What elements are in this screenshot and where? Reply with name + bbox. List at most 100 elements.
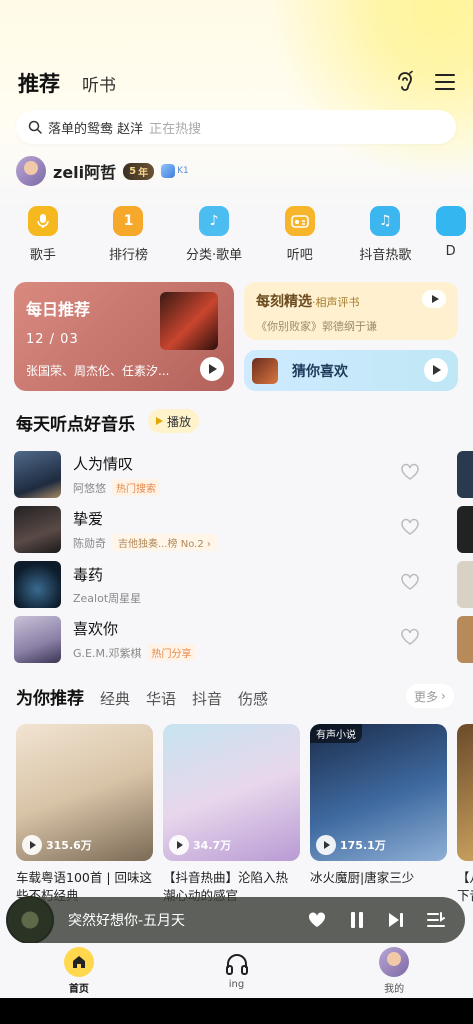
category-label: 抖音热歌 [359,248,412,263]
heart-icon[interactable] [400,573,420,591]
search-bar[interactable]: 落单的鸳鸯 赵洋 正在热搜 [16,110,456,144]
song-name: 喜欢你 [73,620,119,638]
tab-audiobook[interactable]: 听书 [82,71,116,98]
partial-icon [435,206,466,236]
next-column-cover [457,506,473,553]
audiobook-badge: 有声小说 [310,724,362,743]
level-gem-icon [161,164,176,178]
list-item[interactable]: 人为情叹 阿悠悠 热门搜索 [14,447,444,502]
play-count-text: 34.7万 [193,839,232,852]
list-item[interactable]: 喜欢你 G.E.M.邓紫棋 热门分享 [14,612,444,667]
heart-icon[interactable] [400,518,420,536]
section-play-button[interactable]: 播放 [148,409,200,433]
daily-play-button[interactable] [200,357,224,381]
chevron-right-icon: › [206,539,211,550]
category-rank[interactable]: 1 排行榜 [86,206,172,263]
category-label: 分类·歌单 [186,248,243,263]
nav-home[interactable]: 首页 [0,943,158,998]
moment-subtitle: 《你别败家》郭德纲于谦 [256,320,377,333]
tab-sad[interactable]: 伤感 [238,688,268,709]
playlist-card[interactable]: 315.6万 车载粤语100首 | 回味这些不朽经典 [16,724,153,905]
vip-badge[interactable]: 5 年 [123,162,155,180]
search-icon [28,120,42,134]
tab-classic[interactable]: 经典 [100,688,130,709]
bottom-nav: 首页 ing 我的 [0,943,473,998]
playlist-cover-image: 315.6万 [16,724,153,861]
avatar [379,946,410,977]
home-icon [63,946,94,977]
chevron-right-icon: › [441,689,446,703]
next-column-cover [457,561,473,608]
daily-recommend-card[interactable]: 每日推荐 12 / 03 张国荣、周杰伦、任素汐... [14,282,234,391]
guess-you-like-card[interactable]: 猜你喜欢 [244,350,458,391]
playlist-cover-image: 有声小说 175.1万 [310,724,447,861]
next-track-icon[interactable] [387,911,405,929]
category-singer[interactable]: 歌手 [0,206,86,263]
moment-play-button[interactable] [422,290,446,308]
user-info[interactable]: zeli阿哲 5 年 K1 [16,156,189,186]
search-hint: 正在热搜 [149,121,202,137]
tab-chinese[interactable]: 华语 [146,688,176,709]
category-playlist[interactable]: ♪ 分类·歌单 [171,206,257,263]
tab-recommend[interactable]: 推荐 [18,68,60,98]
like-heart-icon[interactable] [307,911,327,929]
song-artist: G.E.M.邓紫棋 [73,646,142,660]
search-query: 落单的鸳鸯 赵洋 [48,121,144,137]
playlist-card[interactable]: 34.7万 【抖音热曲】沦陷入热潮心动的感官 [163,724,300,905]
vip-suffix: 年 [138,167,149,179]
section-title: 每天听点好音乐 [16,415,135,435]
app-root: 推荐 听书 落单的鸳鸯 赵洋 正在热搜 zeli阿哲 5 年 K1 歌手 1 排… [0,0,473,1024]
play-count-text: 175.1万 [340,839,386,852]
tiktok-note-icon: ♫ [370,206,401,236]
list-item[interactable]: 挚爱 陈勋奇 吉他独奏...榜 No.2 › [14,502,444,557]
now-playing-title: 突然好想你-五月天 [68,913,186,929]
level-text: K1 [177,166,189,176]
mini-player[interactable]: 突然好想你-五月天 [6,896,465,944]
playlist-cover-image [457,724,473,861]
list-item[interactable]: 毒药 Zealot周星星 [14,557,444,612]
song-name: 毒药 [73,565,104,584]
pause-icon[interactable] [349,911,365,929]
level-badge[interactable]: K1 [161,164,189,178]
play-count: 315.6万 [22,835,92,855]
guess-cover-image [252,357,278,384]
mic-icon [27,206,58,236]
playlist-queue-icon[interactable] [427,912,445,928]
nav-mine[interactable]: 我的 [315,943,473,998]
tab-for-you[interactable]: 为你推荐 [16,684,84,709]
song-cover-image [14,451,61,498]
next-column-cover [457,451,473,498]
song-tag: 热门分享 [147,644,196,661]
daily-cover-image [160,292,218,350]
category-label: 歌手 [29,248,56,263]
heart-icon[interactable] [400,463,420,481]
avatar[interactable] [16,156,46,186]
play-icon [22,835,42,855]
recommend-tabs: 为你推荐 经典 华语 抖音 伤感 [16,684,268,709]
music-note-icon: ♪ [199,206,230,236]
menu-icon[interactable] [433,70,457,94]
playlist-card[interactable]: 【八下音 [457,724,473,905]
nav-ing[interactable]: ing [158,943,316,998]
category-tingba[interactable]: 听吧 [257,206,343,263]
category-douyin[interactable]: ♫ 抖音热歌 [343,206,429,263]
play-icon [433,365,441,375]
category-label: 排行榜 [108,248,148,263]
song-rank-tag[interactable]: 吉他独奏...榜 No.2 › [112,534,217,551]
next-column-cover [457,616,473,663]
tab-douyin[interactable]: 抖音 [192,688,222,709]
song-artist: Zealot周星星 [73,591,142,605]
guess-play-button[interactable] [424,358,448,382]
playlist-card[interactable]: 有声小说 175.1万 冰火魔厨|唐家三少 [310,724,447,905]
listen-recognize-icon[interactable] [393,70,417,94]
category-partial[interactable]: D [428,206,473,263]
heart-icon[interactable] [400,628,420,646]
album-disc-image[interactable] [6,896,54,944]
song-rank-text: 吉他独奏...榜 No.2 [118,539,204,550]
play-icon [156,417,163,425]
play-count: 34.7万 [169,835,231,855]
moment-card[interactable]: 每刻精选·相声评书 《你别败家》郭德纲于谦 [244,282,458,340]
category-label: D [445,244,456,259]
section-play-label: 播放 [167,414,192,429]
more-button[interactable]: 更多 › [406,684,454,708]
